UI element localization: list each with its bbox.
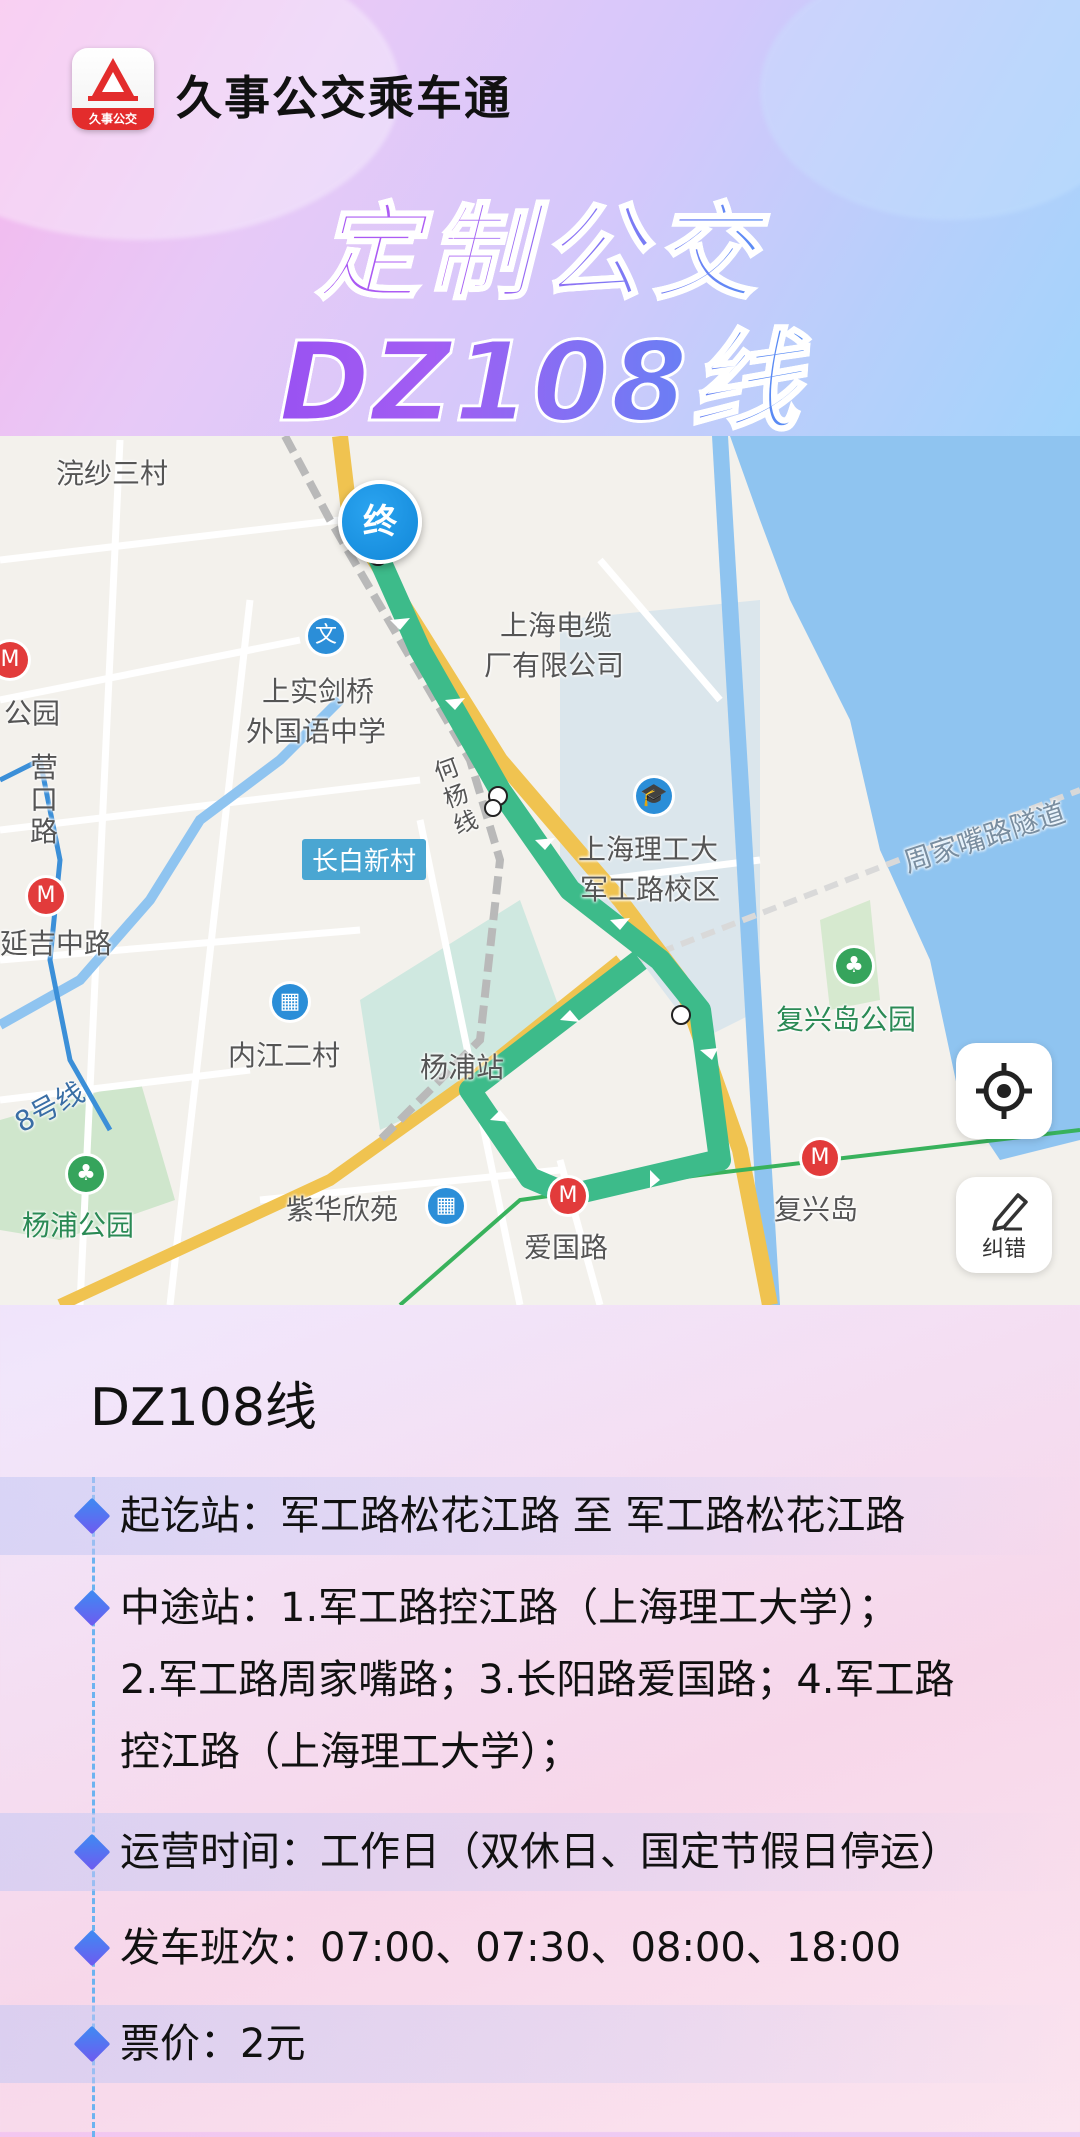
ticket-fare: 票价：2元 <box>120 2021 306 2067</box>
start-end-stations: 起讫站：军工路松花江路 至 军工路松花江路 <box>120 1493 906 1539</box>
map-label: 紫华欣苑 <box>286 1193 399 1226</box>
school-icon: 文 <box>308 618 344 654</box>
park-icon: ♣ <box>836 948 872 984</box>
building-icon: ▦ <box>272 984 308 1020</box>
app-logo: 久事公交 <box>72 48 154 130</box>
map-label: 军工路校区 <box>580 873 721 906</box>
map-label: 杨浦站 <box>420 1051 505 1084</box>
route-info-panel: DZ108线 起讫站：军工路松花江路 至 军工路松花江路 中途站：1.军工路控江… <box>0 1305 1080 2137</box>
logo-mark-icon <box>88 58 138 101</box>
bullet-diamond-icon <box>73 1929 111 1967</box>
map-label: 爱国路 <box>524 1231 609 1264</box>
operating-hours: 运营时间：工作日（双休日、国定节假日停运） <box>120 1829 960 1875</box>
metro-station-icon: M <box>28 878 64 914</box>
midway-stations-line-2: 2.军工路周家嘴路；3.长阳路爱国路；4.军工路 <box>120 1657 955 1703</box>
map-label: 复兴岛 <box>774 1193 859 1226</box>
map-label: 上海电缆 <box>500 609 613 642</box>
hero-route-name: DZ108线 <box>0 292 1080 437</box>
map-label: 内江二村 <box>228 1039 341 1072</box>
map-label: 杨浦公园 <box>22 1209 135 1242</box>
map-label: 厂有限公司 <box>484 649 625 682</box>
report-error-label: 纠错 <box>981 1237 1026 1262</box>
map-label: 营口路 <box>30 751 59 848</box>
report-error-button[interactable]: 纠错 <box>956 1177 1052 1273</box>
midway-stations-line-1: 中途站：1.军工路控江路（上海理工大学）； <box>120 1585 899 1631</box>
route-map[interactable]: 终 文 🎓 ▦ ▦ ♣ ♣ M M M M 浣纱三村 上海电缆 厂有限公司 上实… <box>0 436 1080 1305</box>
terminal-marker[interactable]: 终 <box>338 480 422 564</box>
map-label: 复兴岛公园 <box>776 1003 917 1036</box>
metro-station-icon: M <box>802 1140 838 1176</box>
building-icon: ▦ <box>428 1188 464 1224</box>
edit-pen-icon <box>992 1193 1028 1231</box>
logo-text: 久事公交 <box>88 112 137 126</box>
header-banner: 久事公交 久事公交乘车通 定制公交 DZ108线 <box>0 0 1080 436</box>
bullet-diamond-icon <box>73 1589 111 1627</box>
map-label: 外国语中学 <box>246 715 387 748</box>
midway-stations-line-3: 控江路（上海理工大学）； <box>120 1729 580 1775</box>
metro-station-icon: M <box>550 1178 586 1214</box>
departure-times: 发车班次：07:00、07:30、08:00、18:00 <box>120 1925 902 1971</box>
route-title: DZ108线 <box>90 1378 317 1438</box>
locate-button[interactable] <box>956 1043 1052 1139</box>
map-label: 上实剑桥 <box>262 675 375 708</box>
app-name: 久事公交乘车通 <box>176 71 512 125</box>
locate-icon <box>976 1063 1032 1119</box>
map-label: 延吉中路 <box>0 927 113 960</box>
map-label: 浣纱三村 <box>56 457 169 490</box>
park-icon: ♣ <box>68 1156 104 1192</box>
map-label: 公园 <box>4 697 61 730</box>
neighborhood-label: 长白新村 <box>302 839 427 880</box>
map-label: 上海理工大 <box>578 833 719 866</box>
university-icon: 🎓 <box>636 778 672 814</box>
